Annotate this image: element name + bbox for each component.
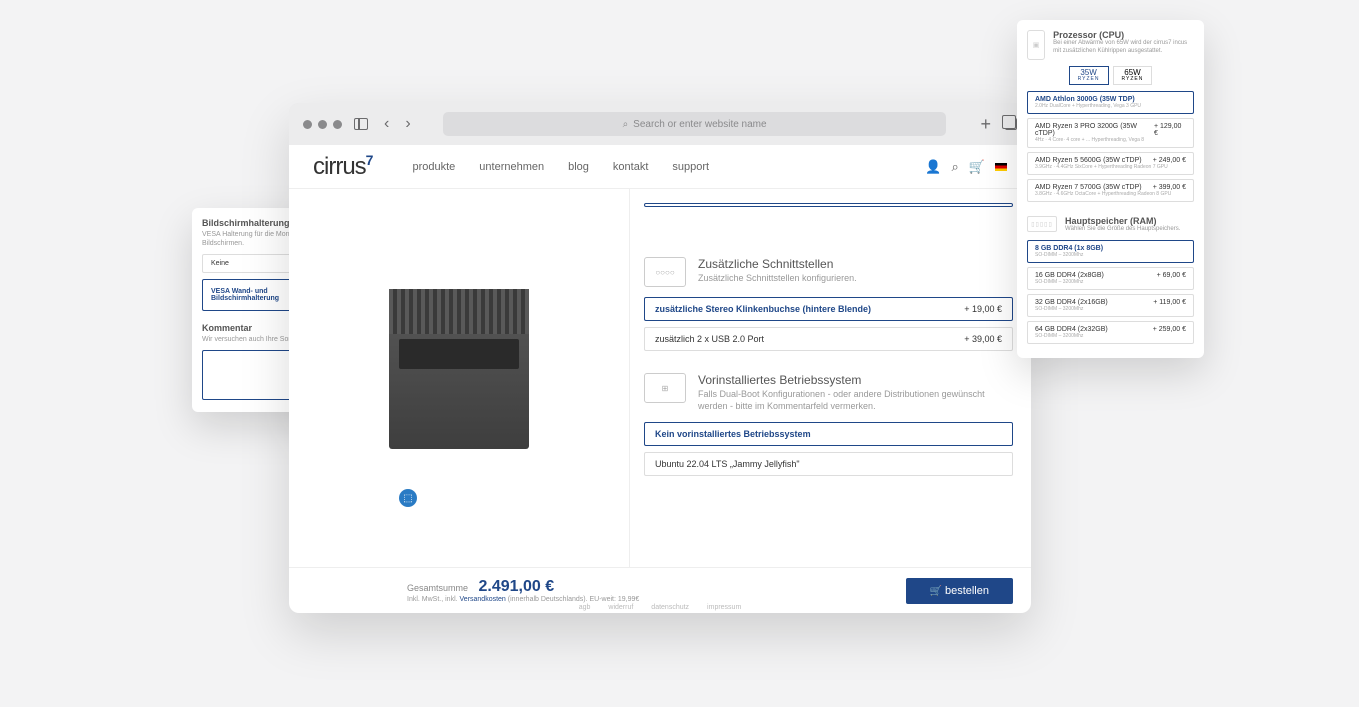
tdp-tabs: 35WRYZEN 65WRYZEN xyxy=(1027,66,1194,85)
cpu-opt-3[interactable]: AMD Ryzen 7 5700G (35W cTDP)+ 399,00 € 3… xyxy=(1027,179,1194,202)
footer: Gesamtsumme 2.491,00 € Inkl. MwSt., inkl… xyxy=(289,567,1031,613)
content: ⬚ ○○○○ Zusätzliche Schnittstellen Zusätz… xyxy=(289,189,1031,567)
nav-support[interactable]: support xyxy=(672,161,709,173)
logo[interactable]: cirrus7 xyxy=(313,152,372,181)
ports-icon: ○○○○ xyxy=(644,257,686,287)
nav-kontakt[interactable]: kontakt xyxy=(613,161,648,173)
account-icon[interactable]: 👤 xyxy=(925,159,941,175)
option-stub xyxy=(644,203,1013,207)
os-title: Vorinstalliertes Betriebssystem xyxy=(698,373,1013,387)
cpu-desc: Bei einer Abwärme von 65W wird der cirru… xyxy=(1053,40,1194,56)
config-pane: ○○○○ Zusätzliche Schnittstellen Zusätzli… xyxy=(629,189,1031,567)
cpu-opt-0[interactable]: AMD Athlon 3000G (35W TDP) 2.0Hz DualCor… xyxy=(1027,91,1194,114)
cpu-opt-1[interactable]: AMD Ryzen 3 PRO 3200G (35W cTDP)+ 129,00… xyxy=(1027,118,1194,148)
ram-opt-3[interactable]: 64 GB DDR4 (2x32GB)+ 259,00 € SO-DIMM – … xyxy=(1027,321,1194,344)
cpu-icon: ▣ xyxy=(1027,30,1045,60)
footer-links: agb widerruf datenschutz impressum xyxy=(579,604,742,611)
site-header: cirrus7 produkte unternehmen blog kontak… xyxy=(289,145,1031,189)
ram-desc: Wählen Sie die Größe des Hauptspeichers. xyxy=(1065,226,1180,234)
opt-usb-ports[interactable]: zusätzlich 2 x USB 2.0 Port + 39,00 € xyxy=(644,327,1013,351)
link-agb[interactable]: agb xyxy=(579,604,591,611)
interfaces-desc: Zusätzliche Schnittstellen konfigurieren… xyxy=(698,273,857,285)
tabs-icon[interactable] xyxy=(1005,118,1017,130)
sidebar-toggle[interactable] xyxy=(350,113,372,135)
sum-wrap: Gesamtsumme 2.491,00 € Inkl. MwSt., inkl… xyxy=(407,578,639,603)
link-datenschutz[interactable]: datenschutz xyxy=(651,604,689,611)
search-icon[interactable]: ⌕ xyxy=(952,159,959,175)
product-pane: ⬚ xyxy=(289,189,629,567)
new-tab-button[interactable]: + xyxy=(974,114,997,135)
side-card-cpu: ▣ Prozessor (CPU) Bei einer Abwärme von … xyxy=(1017,20,1204,358)
nav-unternehmen[interactable]: unternehmen xyxy=(479,161,544,173)
ram-icon: ▯▯▯▯▯ xyxy=(1027,216,1057,232)
back-button[interactable]: ‹ xyxy=(380,115,393,133)
section-interfaces: ○○○○ Zusätzliche Schnittstellen Zusätzli… xyxy=(644,257,1013,351)
traffic-lights[interactable] xyxy=(303,120,342,129)
link-impressum[interactable]: impressum xyxy=(707,604,741,611)
section-os: ⊞ Vorinstalliertes Betriebssystem Falls … xyxy=(644,373,1013,476)
tab-35w[interactable]: 35WRYZEN xyxy=(1069,66,1109,85)
ram-title: Hauptspeicher (RAM) xyxy=(1065,216,1180,226)
interfaces-title: Zusätzliche Schnittstellen xyxy=(698,257,857,271)
browser-toolbar: ‹ › ⌕ Search or enter website name + xyxy=(289,103,1031,145)
link-widerruf[interactable]: widerruf xyxy=(608,604,633,611)
lang-flag-de[interactable] xyxy=(995,163,1007,171)
nav-produkte[interactable]: produkte xyxy=(412,161,455,173)
shipping-link[interactable]: Versandkosten xyxy=(460,596,506,603)
3d-view-badge[interactable]: ⬚ xyxy=(399,489,417,507)
cart-icon[interactable]: 🛒 xyxy=(969,159,985,175)
main-nav: produkte unternehmen blog kontakt suppor… xyxy=(412,161,709,173)
browser-window: ‹ › ⌕ Search or enter website name + cir… xyxy=(289,103,1031,613)
opt-ubuntu[interactable]: Ubuntu 22.04 LTS „Jammy Jellyfish" xyxy=(644,452,1013,476)
os-icon: ⊞ xyxy=(644,373,686,403)
os-desc: Falls Dual-Boot Konfigurationen - oder a… xyxy=(698,389,1013,412)
header-tools: 👤 ⌕ 🛒 xyxy=(925,159,1007,175)
cpu-title: Prozessor (CPU) xyxy=(1053,30,1194,40)
forward-button[interactable]: › xyxy=(401,115,414,133)
ram-opt-0[interactable]: 8 GB DDR4 (1x 8GB) SO-DIMM – 3200Mhz xyxy=(1027,240,1194,263)
total-price: 2.491,00 € xyxy=(478,578,554,595)
order-button[interactable]: bestellen xyxy=(906,578,1013,604)
opt-no-os[interactable]: Kein vorinstalliertes Betriebssystem xyxy=(644,422,1013,446)
ram-opt-1[interactable]: 16 GB DDR4 (2x8GB)+ 69,00 € SO-DIMM – 32… xyxy=(1027,267,1194,290)
price-note: Inkl. MwSt., inkl. Versandkosten (innerh… xyxy=(407,596,639,603)
opt-audio-jack[interactable]: zusätzliche Stereo Klinkenbuchse (hinter… xyxy=(644,297,1013,321)
search-icon: ⌕ xyxy=(623,119,629,130)
cpu-opt-2[interactable]: AMD Ryzen 5 5600G (35W cTDP)+ 249,00 € 3… xyxy=(1027,152,1194,175)
ram-opt-2[interactable]: 32 GB DDR4 (2x16GB)+ 119,00 € SO-DIMM – … xyxy=(1027,294,1194,317)
nav-blog[interactable]: blog xyxy=(568,161,589,173)
address-bar[interactable]: ⌕ Search or enter website name xyxy=(443,112,947,136)
tab-65w[interactable]: 65WRYZEN xyxy=(1113,66,1153,85)
product-image xyxy=(389,289,529,449)
